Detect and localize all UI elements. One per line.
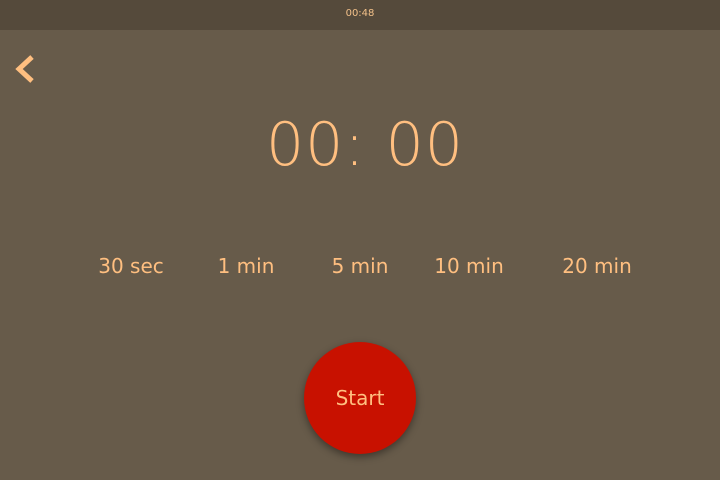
preset-5-min[interactable]: 5 min xyxy=(332,254,389,278)
preset-30-sec[interactable]: 30 sec xyxy=(98,254,164,278)
back-button[interactable] xyxy=(12,52,42,86)
preset-1-min[interactable]: 1 min xyxy=(218,254,275,278)
start-button[interactable]: Start xyxy=(304,342,416,454)
status-bar: 00:48 xyxy=(0,0,720,30)
preset-20-min[interactable]: 20 min xyxy=(562,254,632,278)
timer-display: 00: 00 xyxy=(266,110,464,180)
preset-10-min[interactable]: 10 min xyxy=(434,254,504,278)
status-clock: 00:48 xyxy=(345,8,375,19)
chevron-left-icon xyxy=(15,55,34,83)
